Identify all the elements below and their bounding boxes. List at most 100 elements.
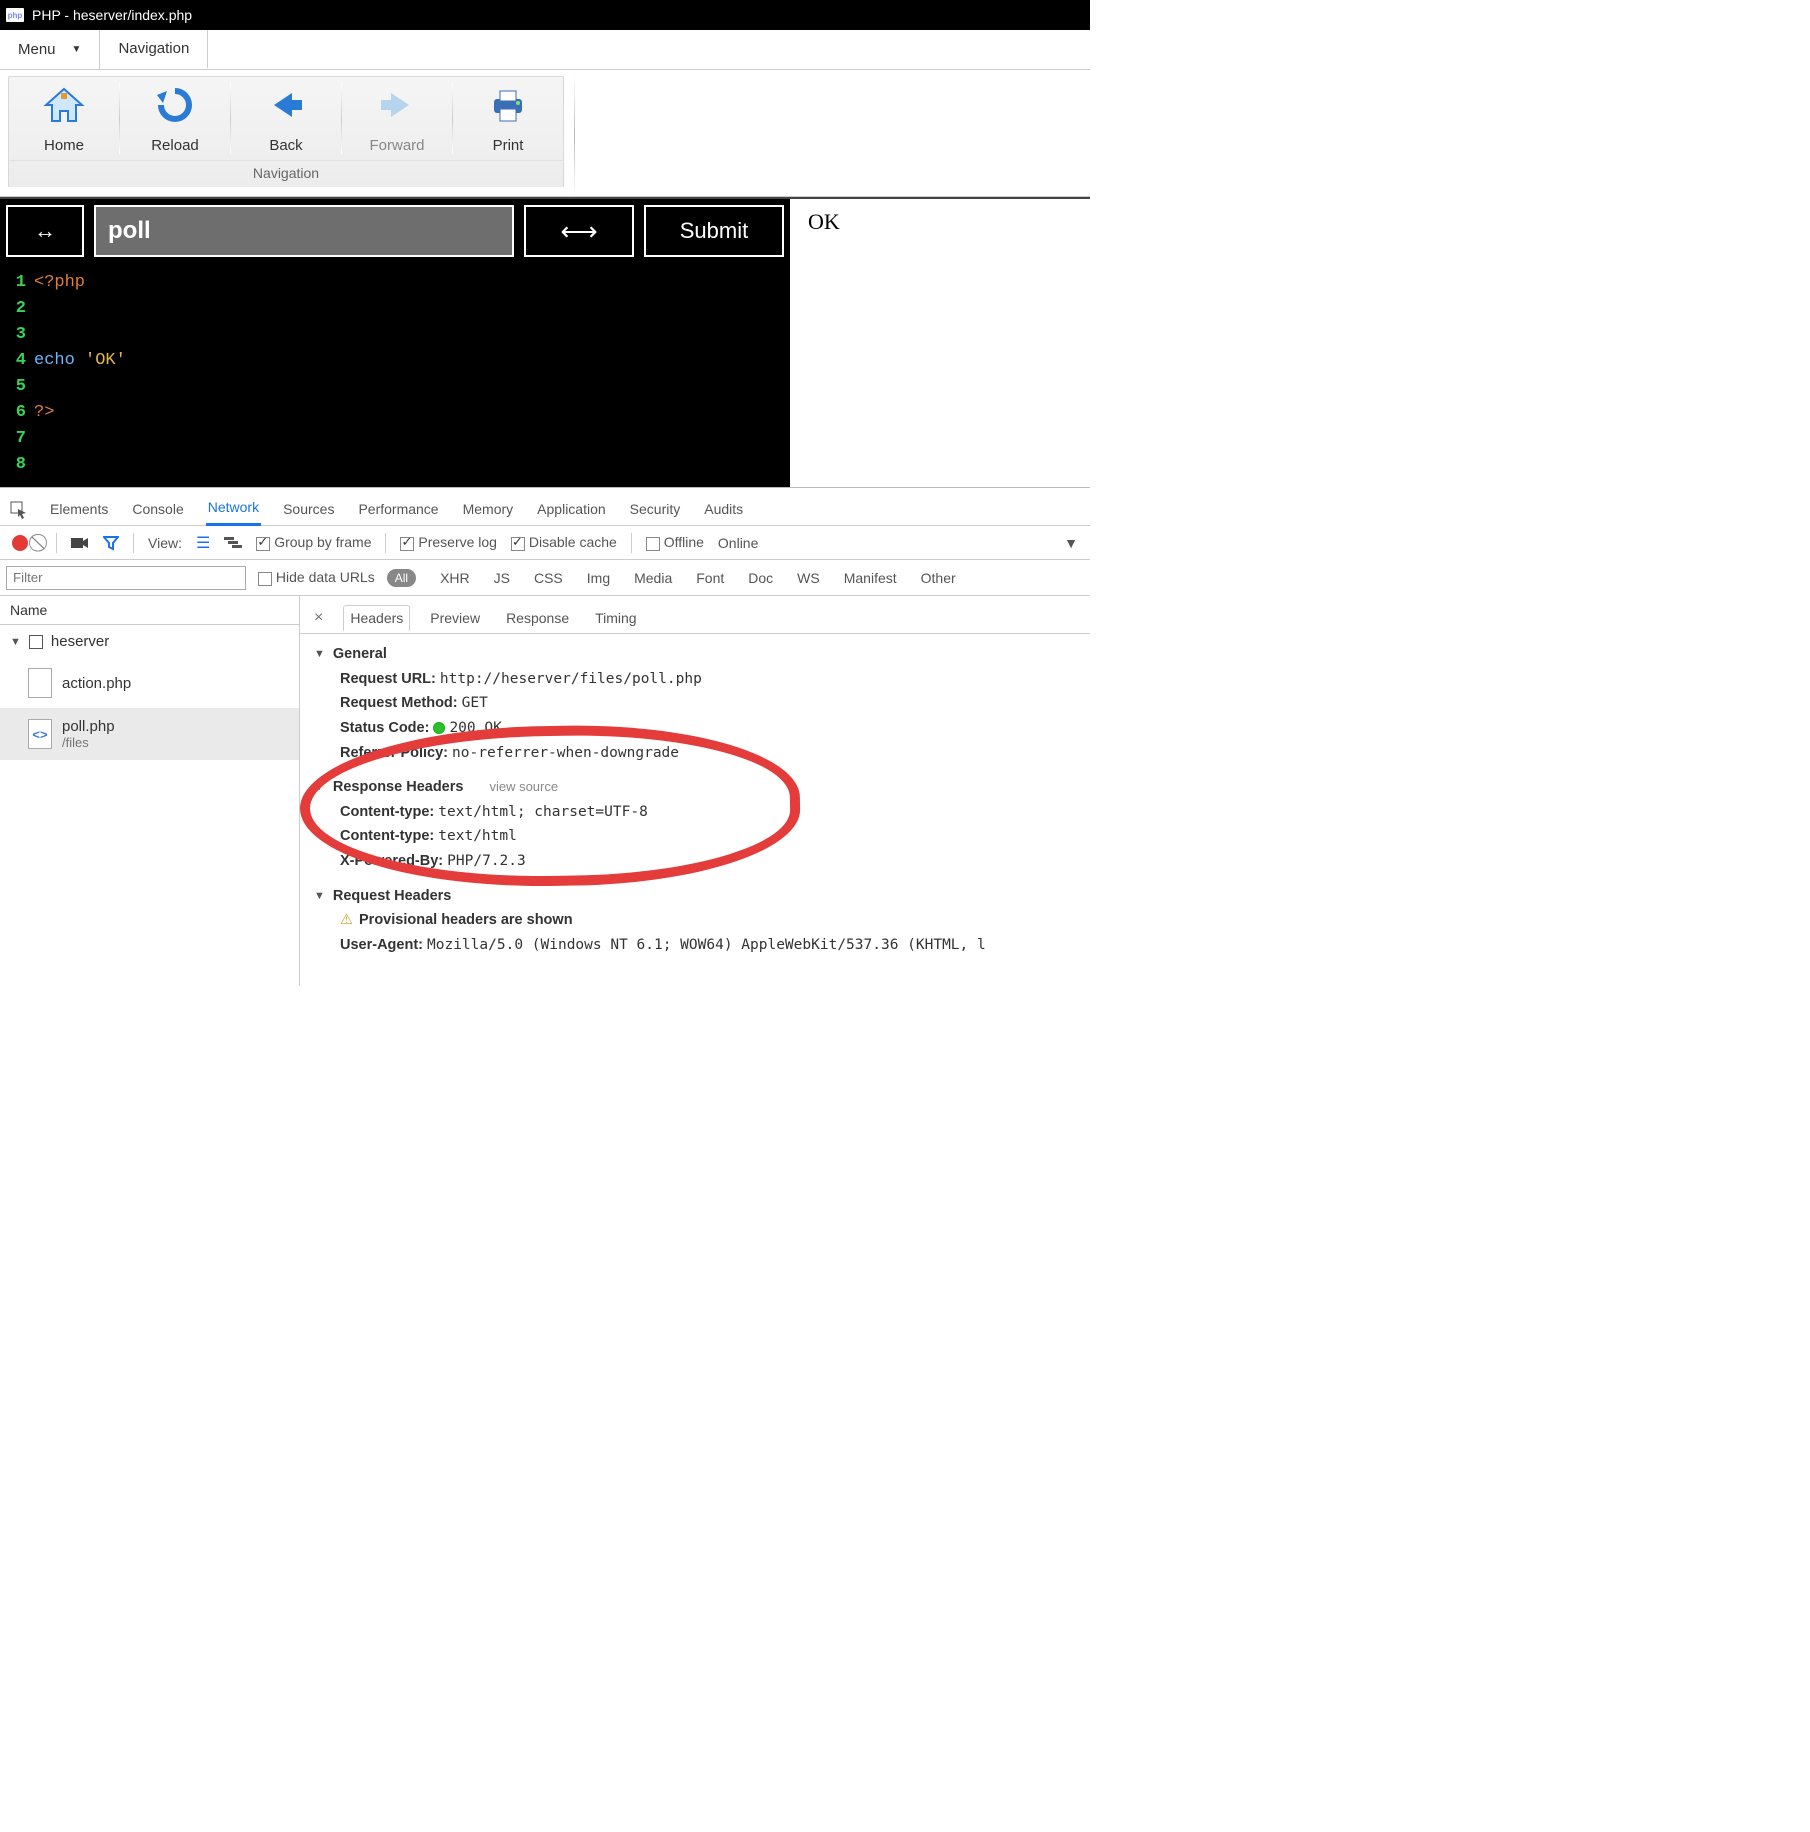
type-filter-other[interactable]: Other xyxy=(921,570,956,586)
output-panel: OK xyxy=(790,199,1090,487)
view-label: View: xyxy=(148,535,182,551)
section-general[interactable]: ▼ General xyxy=(314,642,1076,667)
ribbon-button-label: Back xyxy=(269,137,302,154)
request-name: action.php xyxy=(62,675,131,692)
separator xyxy=(133,533,134,553)
type-filter-all[interactable]: All xyxy=(387,569,416,587)
ribbon-print-button[interactable]: Print xyxy=(453,77,563,160)
filter-input[interactable] xyxy=(6,566,246,590)
script-name-field[interactable]: poll xyxy=(94,205,514,257)
frame-icon xyxy=(29,635,43,649)
request-item[interactable]: poll.php/files xyxy=(0,708,299,760)
line-number: 5 xyxy=(0,377,34,396)
resize-right-handle[interactable]: ⟷ xyxy=(524,205,634,257)
line-number: 6 xyxy=(0,403,34,422)
view-source-link[interactable]: view source xyxy=(489,776,558,798)
ribbon-back-button[interactable]: Back xyxy=(231,77,341,160)
section-response-headers[interactable]: ▼ Response Headers view source xyxy=(314,775,1076,800)
chevron-down-icon[interactable]: ▼ xyxy=(1064,535,1078,551)
section-request-headers[interactable]: ▼ Request Headers xyxy=(314,884,1076,909)
submit-button[interactable]: Submit xyxy=(644,205,784,257)
devtools-tab-audits[interactable]: Audits xyxy=(702,495,745,525)
ribbon: HomeReloadBackForwardPrint Navigation xyxy=(0,70,1090,197)
ribbon-button-label: Home xyxy=(44,137,84,154)
line-number: 1 xyxy=(0,273,34,292)
chevron-down-icon: ▼ xyxy=(10,636,21,648)
devtools-tab-console[interactable]: Console xyxy=(130,495,185,525)
waterfall-view-icon[interactable] xyxy=(224,537,242,549)
menu-dropdown[interactable]: Menu ▼ xyxy=(0,30,100,69)
online-label[interactable]: Online xyxy=(718,535,758,551)
separator xyxy=(56,533,57,553)
line-number: 2 xyxy=(0,299,34,318)
type-filter-media[interactable]: Media xyxy=(634,570,672,586)
ribbon-button-label: Reload xyxy=(151,137,199,154)
file-icon xyxy=(28,668,52,698)
chevron-down-icon: ▼ xyxy=(314,778,325,797)
devtools-tab-memory[interactable]: Memory xyxy=(461,495,516,525)
hide-data-urls-toggle[interactable]: Hide data URLs xyxy=(258,569,375,585)
request-list: Name ▼ heserver action.phppoll.php/files xyxy=(0,596,300,986)
line-number: 7 xyxy=(0,429,34,448)
detail-tabs: × Headers Preview Response Timing xyxy=(300,602,1090,634)
ribbon-button-label: Print xyxy=(493,137,524,154)
type-filter-xhr[interactable]: XHR xyxy=(440,570,470,586)
type-filter-img[interactable]: Img xyxy=(587,570,610,586)
print-icon xyxy=(486,85,530,125)
detail-tab-timing[interactable]: Timing xyxy=(589,606,643,630)
request-item[interactable]: action.php xyxy=(0,658,299,708)
group-by-frame-toggle[interactable]: Group by frame xyxy=(256,534,371,550)
devtools-tab-application[interactable]: Application xyxy=(535,495,608,525)
devtools: Elements Console Network Sources Performance… xyxy=(0,487,1090,986)
devtools-tab-performance[interactable]: Performance xyxy=(356,495,440,525)
type-filter-js[interactable]: JS xyxy=(494,570,510,586)
camera-icon[interactable] xyxy=(71,536,89,550)
devtools-tab-elements[interactable]: Elements xyxy=(48,495,110,525)
devtools-tab-security[interactable]: Security xyxy=(628,495,683,525)
response-header-row: X-Powered-By: PHP/7.2.3 xyxy=(340,849,1076,874)
response-header-row: Content-type: text/html; charset=UTF-8 xyxy=(340,800,1076,825)
devtools-tab-network[interactable]: Network xyxy=(206,493,261,526)
ribbon-group-label: Navigation xyxy=(9,160,563,187)
type-filter-doc[interactable]: Doc xyxy=(748,570,773,586)
reload-icon xyxy=(153,85,197,125)
status-dot-icon xyxy=(433,722,445,734)
offline-toggle[interactable]: Offline xyxy=(646,534,704,550)
ribbon-home-button[interactable]: Home xyxy=(9,77,119,160)
close-details-button[interactable]: × xyxy=(308,609,329,627)
type-filter-font[interactable]: Font xyxy=(696,570,724,586)
ribbon-reload-button[interactable]: Reload xyxy=(120,77,230,160)
domain-name: heserver xyxy=(51,633,109,650)
output-text: OK xyxy=(808,209,840,234)
devtools-tabs: Elements Console Network Sources Performance… xyxy=(0,488,1090,526)
request-name: poll.php xyxy=(62,718,115,735)
chevron-down-icon: ▼ xyxy=(314,887,325,906)
resize-left-handle[interactable]: ↔ xyxy=(6,205,84,257)
detail-tab-headers[interactable]: Headers xyxy=(343,605,410,631)
request-domain[interactable]: ▼ heserver xyxy=(0,625,299,658)
disable-cache-toggle[interactable]: Disable cache xyxy=(511,534,617,550)
detail-tab-preview[interactable]: Preview xyxy=(424,606,486,630)
tab-navigation[interactable]: Navigation xyxy=(100,30,208,69)
code-editor[interactable]: 1<?php234echo 'OK';56?>78 xyxy=(0,263,790,487)
type-filter-ws[interactable]: WS xyxy=(797,570,820,586)
type-filter-css[interactable]: CSS xyxy=(534,570,563,586)
record-button[interactable] xyxy=(12,535,28,551)
code-line: ?> xyxy=(34,403,54,422)
home-icon xyxy=(42,85,86,125)
menu-label: Menu xyxy=(18,41,56,58)
editor-panel: ↔ poll ⟷ Submit 1<?php234echo 'OK';56?>7… xyxy=(0,199,790,487)
window-titlebar: php PHP - heserver/index.php xyxy=(0,0,1090,30)
tab-navigation-label: Navigation xyxy=(118,40,189,57)
request-path: /files xyxy=(62,735,115,750)
list-view-icon[interactable]: ☰ xyxy=(196,533,210,553)
inspect-icon[interactable] xyxy=(10,501,28,519)
work-zone: ↔ poll ⟷ Submit 1<?php234echo 'OK';56?>7… xyxy=(0,197,1090,487)
filter-icon[interactable] xyxy=(103,535,119,551)
preserve-log-toggle[interactable]: Preserve log xyxy=(400,534,496,550)
devtools-tab-sources[interactable]: Sources xyxy=(281,495,336,525)
detail-tab-response[interactable]: Response xyxy=(500,606,575,630)
type-filter-manifest[interactable]: Manifest xyxy=(844,570,897,586)
line-number: 4 xyxy=(0,351,34,370)
menubar: Menu ▼ Navigation xyxy=(0,30,1090,70)
